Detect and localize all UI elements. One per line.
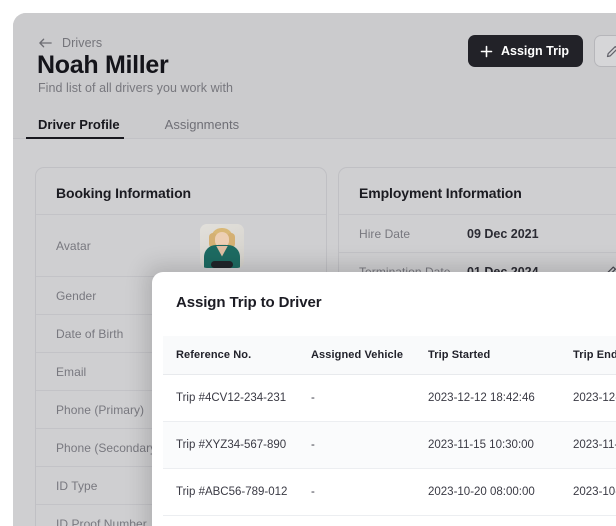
breadcrumb-label[interactable]: Drivers [62, 36, 102, 50]
cell-reference-no: Trip #XYZ34-567-890 [176, 439, 287, 451]
table-row[interactable]: Trip #XYZ34-567-890 - 2023-11-15 10:30:0… [163, 422, 616, 469]
cell-trip-started: 2023-10-20 08:00:00 [428, 486, 535, 498]
cell-reference-no: Trip #4CV12-234-231 [176, 392, 287, 404]
assign-trip-modal: Assign Trip to Driver Reference No. Assi… [152, 272, 616, 526]
employment-card-title: Employment Information [359, 185, 522, 201]
employment-row-hire-date: Hire Date 09 Dec 2021 [339, 214, 616, 252]
column-header-reference-no: Reference No. [176, 349, 252, 361]
plus-icon [480, 45, 493, 58]
edit-button[interactable]: Ed [594, 35, 616, 67]
booking-row-label: Avatar [56, 238, 91, 253]
booking-row-label: Phone (Secondary) [56, 440, 161, 455]
avatar [200, 223, 244, 268]
assign-trip-button[interactable]: Assign Trip [468, 35, 584, 67]
employment-row-label: Hire Date [359, 226, 411, 241]
header-actions: Assign Trip Ed [468, 35, 616, 67]
booking-row-label: Gender [56, 288, 97, 303]
page-title: Noah Miller [37, 51, 169, 79]
table-row[interactable]: Trip #ABC56-789-012 - 2023-10-20 08:00:0… [163, 469, 616, 516]
cell-trip-ended: 2023-12-12 20:15:30 [573, 392, 616, 404]
breadcrumb[interactable]: Drivers [38, 34, 102, 52]
cell-reference-no: Trip #ABC56-789-012 [176, 486, 288, 498]
booking-row-label: Email [56, 364, 87, 379]
assign-trip-label: Assign Trip [501, 44, 570, 58]
cell-trip-started: 2023-11-15 10:30:00 [428, 439, 534, 451]
cell-trip-started: 2023-12-12 18:42:46 [428, 392, 535, 404]
cell-assigned-vehicle: - [311, 486, 315, 498]
column-header-trip-started: Trip Started [428, 349, 491, 361]
booking-card-title: Booking Information [56, 185, 191, 201]
table-row[interactable]: Trip #4CV12-234-231 - 2023-12-12 18:42:4… [163, 375, 616, 422]
cell-assigned-vehicle: - [311, 392, 315, 404]
booking-row-label: ID Type [56, 478, 98, 493]
column-header-trip-ended: Trip Ended [573, 349, 616, 361]
screen: Drivers Noah Miller Find list of all dri… [0, 0, 616, 526]
booking-row-label: ID Proof Number [56, 516, 147, 526]
booking-row-label: Phone (Primary) [56, 402, 145, 417]
cell-assigned-vehicle: - [311, 439, 315, 451]
table-header-row: Reference No. Assigned Vehicle Trip Star… [163, 336, 616, 375]
column-header-assigned-vehicle: Assigned Vehicle [311, 349, 404, 361]
pencil-icon [606, 45, 616, 58]
cell-trip-ended: 2023-11-15 12:45:00 [573, 439, 616, 451]
modal-title: Assign Trip to Driver [176, 294, 322, 311]
trip-table: Reference No. Assigned Vehicle Trip Star… [163, 336, 616, 516]
cell-trip-ended: 2023-10-20 09:30:00 [573, 486, 616, 498]
arrow-left-icon[interactable] [38, 36, 53, 50]
booking-row-avatar: Avatar [36, 214, 326, 276]
employment-row-value: 09 Dec 2021 [467, 226, 539, 241]
booking-row-label: Date of Birth [56, 326, 124, 341]
page-subtitle: Find list of all drivers you work with [38, 81, 234, 95]
page-header: Drivers Noah Miller Find list of all dri… [13, 13, 616, 140]
